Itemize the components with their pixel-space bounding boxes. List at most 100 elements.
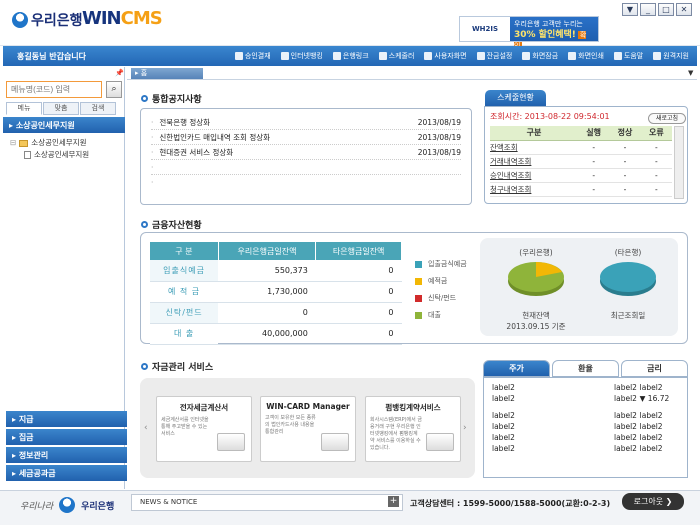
table-row: 잔액조회 - - - [490,140,672,155]
legend-swatch [415,277,422,285]
minimize-button[interactable]: _ [640,3,656,16]
notice-date: 2013/08/19 [417,117,461,127]
rate-change: label2 [639,433,663,442]
table-row: 대 출 40,000,000 0 [150,323,402,345]
finance-table: 구 분 우리은행금일잔액 타은행금일잔액 입출식예금 550,373 0 예 적 금 1,… [150,242,402,345]
legend-label: 신탁/펀드 [428,294,457,302]
category: 입출식예금 [150,260,219,282]
sidebar-section-info[interactable]: ▸ 정보관리 [6,447,128,463]
menu-search-input[interactable] [6,81,102,98]
schedule-scrollbar[interactable] [674,126,684,199]
table-row: 신탁/펀드 0 0 [150,302,402,324]
schedule-link[interactable]: 청구내역조회 [490,182,579,197]
wincms-logo: WINCMS [82,8,163,29]
legend-label: 예적금 [428,277,448,285]
service-card[interactable]: 펌뱅킹계약서비스 회사시스템(ERP)에서 금융거래 구현 우리은행 인터넷뱅킹… [365,396,461,462]
news-more-button[interactable]: + [388,496,399,507]
main-navbar: 홍길동님 반갑습니다 승인결재 인터넷뱅킹 은행링크 스케줄러 사용자화면 잔금… [3,46,697,66]
schedule-link[interactable]: 잔액조회 [490,140,579,155]
carousel-next-icon[interactable]: › [463,423,467,433]
notice-row[interactable]: 현대증권 서비스 정상화 2013/08/19 [151,145,461,160]
sidebar-section-collection[interactable]: ▸ 집금 [6,429,128,445]
tab-dropdown-icon[interactable]: ▼ [688,69,693,77]
card-title: 펌뱅킹계약서비스 [385,403,441,412]
schedule-link[interactable]: 거래내역조회 [490,154,579,169]
cell: - [609,182,641,197]
card-title: WIN-CARD Manager [266,402,350,411]
rate-name: label2 [492,411,515,420]
nav-help[interactable]: 도움말 [613,51,643,61]
user-screen-icon [424,52,433,60]
search-button[interactable]: ⌕ [106,81,122,98]
notice-row[interactable]: 전북은행 정상화 2013/08/19 [151,115,461,130]
remote-icon [653,52,662,60]
schedule-tab[interactable]: 스케줄현황 [485,90,546,106]
sidebar-section-tax-fees[interactable]: ▸ 세금공과금 [6,465,128,481]
schedule-link[interactable]: 승인내역조회 [490,168,579,183]
dropdown-window-button[interactable]: ▼ [622,3,638,16]
nav-screen-lock[interactable]: 화면잠금 [522,51,558,61]
cell: - [640,168,672,183]
refresh-button[interactable]: 새로고침 [648,113,686,124]
tab-exchange[interactable]: 환율 [552,360,619,377]
table-row: 입출식예금 550,373 0 [150,260,402,282]
rate-row: label2 label2 label2 [492,382,679,393]
calendar-icon [378,52,387,60]
sidebar-section-tax[interactable]: ▸ 소상공인세무지원 [3,117,125,133]
tree-folder[interactable]: ⊟ 소상공인세무지원 [10,137,89,149]
notice-row[interactable]: 신한법인카드 매입내역 조회 정상화 2013/08/19 [151,130,461,145]
bullet-icon [141,221,148,228]
tab-home[interactable]: ▸ 홈 [131,68,203,79]
cell: - [609,168,641,183]
rate-name: label2 [492,433,515,442]
legend-label: 대출 [428,311,441,319]
service-card[interactable]: WIN-CARD Manager 고객이 보유한 모든 종류의 법인카드사용 내… [260,396,356,462]
tab-stock[interactable]: 주가 [483,360,550,377]
nav-label: 은행링크 [342,52,369,60]
news-notice-bar[interactable]: NEWS & NOTICE [131,494,403,511]
rate-change: label2 [639,411,663,420]
tab-menu[interactable]: 메뉴 [6,102,42,115]
maximize-button[interactable]: □ [658,3,674,16]
firm-banking-icon [426,433,454,451]
pin-icon[interactable]: 📌 [115,69,124,77]
rate-row: label2 label2 label2 [492,410,679,421]
nav-remote-support[interactable]: 원격지원 [653,51,689,61]
rate-value: label2 [614,433,637,442]
banner-text: 우리은행 고객만 누리는 30% 할인혜택!확인 [510,17,598,50]
document-icon [24,151,31,159]
section-label: 세금공과금 [18,469,56,478]
category: 예 적 금 [150,281,219,303]
service-card[interactable]: 전자세금계산서 세금계산서를 인터넷을 통해 주고받을 수 있는 서비스 [156,396,252,462]
tree-item[interactable]: 소상공인세무지원 [10,149,89,161]
footer-logo-text: 우리은행 [81,501,115,512]
carousel-prev-icon[interactable]: ‹ [144,423,148,433]
nav-print[interactable]: 화면인쇄 [568,51,604,61]
rate-name: label2 [492,394,515,403]
card-desc: 세금계산서를 인터넷을 통해 주고받을 수 있는 서비스 [161,417,209,437]
close-button[interactable]: ✕ [676,3,692,16]
card-desc: 고객이 보유한 모든 종류의 법인카드사용 내용을 통합관리 [265,415,316,435]
nav-balance-setting[interactable]: 잔금설정 [476,51,512,61]
notice-row [151,160,461,175]
tab-interest[interactable]: 금리 [621,360,688,377]
other-balance: 0 [315,323,402,345]
link-icon [332,52,341,60]
nav-scheduler[interactable]: 스케줄러 [378,51,414,61]
cell: - [578,168,610,183]
legend-swatch [415,311,422,319]
nav-approval[interactable]: 승인결재 [234,51,271,61]
nav-bank-link[interactable]: 은행링크 [332,51,369,61]
notice-date: 2013/08/19 [417,147,461,157]
tab-custom[interactable]: 맞춤 [43,102,79,115]
caption-line: 현재잔액 [522,311,550,320]
tree-line: ⊟ [10,138,17,147]
promo-banner[interactable]: WH2IS 우리은행 고객만 누리는 30% 할인혜택!확인 [459,16,599,50]
table-row: 거래내역조회 - - - [490,154,672,169]
nav-internet-banking[interactable]: 인터넷뱅킹 [280,51,323,61]
tab-search[interactable]: 검색 [80,102,116,115]
sidebar-section-payment[interactable]: ▸ 지급 [6,411,128,427]
notice-date: 2013/08/19 [417,132,461,142]
nav-user-screen[interactable]: 사용자화면 [424,51,467,61]
logout-button[interactable]: 로그아웃 ❯ [622,493,684,510]
